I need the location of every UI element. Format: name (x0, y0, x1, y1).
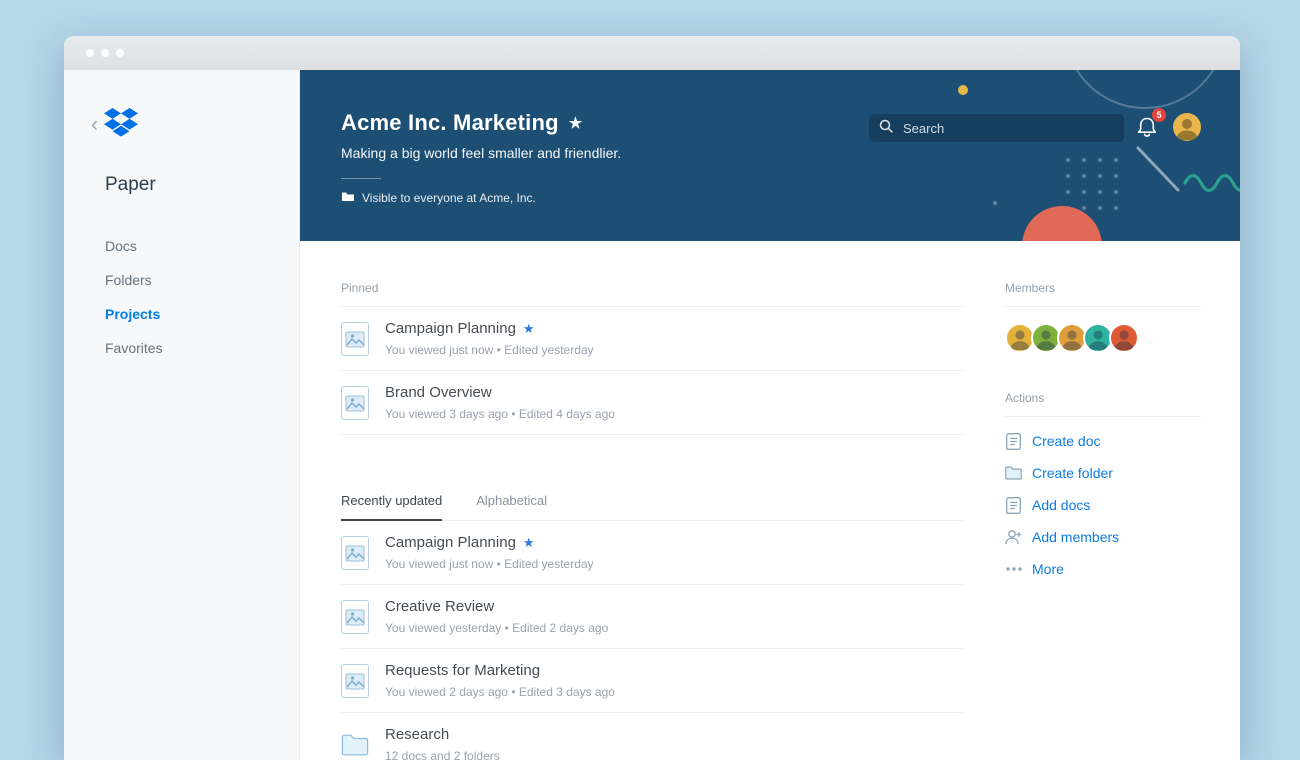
tab-alphabetical[interactable]: Alphabetical (476, 493, 547, 520)
notifications-bell-icon[interactable]: 5 (1133, 108, 1166, 141)
doc-title: Brand Overview (385, 384, 492, 401)
doc-icon (341, 535, 369, 570)
ellipsis-icon (1005, 561, 1022, 578)
create-folder-button[interactable]: Create folder (1005, 465, 1201, 481)
pinned-section-label: Pinned (341, 281, 963, 307)
action-label: Create folder (1032, 465, 1113, 481)
search-icon (879, 119, 893, 138)
visibility-text: Visible to everyone at Acme, Inc. (362, 190, 536, 205)
window-control-dot[interactable] (116, 49, 124, 57)
more-button[interactable]: More (1005, 561, 1201, 577)
folder-icon (341, 728, 369, 760)
doc-meta: You viewed yesterday • Edited 2 days ago (385, 621, 609, 635)
action-label: Create doc (1032, 433, 1101, 449)
tab-recently-updated[interactable]: Recently updated (341, 493, 443, 521)
doc-icon (341, 385, 369, 420)
doc-meta: You viewed just now • Edited yesterday (385, 557, 594, 571)
visibility-row: Visible to everyone at Acme, Inc. (341, 190, 621, 205)
doc-title: Campaign Planning (385, 320, 516, 337)
doc-meta: You viewed 2 days ago • Edited 3 days ag… (385, 685, 615, 699)
actions-section-label: Actions (1005, 391, 1201, 417)
list-item[interactable]: Campaign Planning ★ You viewed just now •… (341, 521, 963, 585)
window-control-dot[interactable] (86, 49, 94, 57)
doc-icon (341, 663, 369, 698)
project-header: Acme Inc. Marketing ★ Making a big world … (300, 70, 1240, 241)
action-label: More (1032, 561, 1064, 577)
document-list-column: Pinned Campaign Planning ★ You viewed ju… (341, 241, 963, 760)
sidebar-item-projects[interactable]: Projects (105, 306, 163, 322)
members-avatars (1005, 323, 1201, 353)
sidebar-nav: Docs Folders Projects Favorites (105, 238, 163, 374)
right-rail: Members Actions Create doc Create folder… (1005, 241, 1201, 760)
doc-icon (341, 321, 369, 356)
sidebar: ‹ Paper Docs Folders Projects Favorites (64, 70, 300, 760)
members-section-label: Members (1005, 281, 1201, 307)
back-chevron-icon[interactable]: ‹ (91, 114, 98, 135)
doc-meta: You viewed just now • Edited yesterday (385, 343, 594, 357)
decor-diagonal-line (1136, 146, 1180, 192)
search-input[interactable] (901, 119, 1114, 137)
folder-title: Research (385, 726, 450, 743)
decor-wave (1183, 174, 1240, 192)
app-window: ‹ Paper Docs Folders Projects Favorites (64, 36, 1240, 760)
star-icon: ★ (522, 321, 535, 336)
decor-yellow-dot (958, 85, 968, 95)
page-title: Acme Inc. Marketing ★ (341, 110, 621, 136)
add-members-button[interactable]: Add members (1005, 529, 1201, 545)
header-divider (341, 178, 381, 179)
doc-icon (1005, 432, 1022, 450)
decor-arc (1075, 70, 1215, 109)
search-box (869, 114, 1124, 142)
sidebar-item-favorites[interactable]: Favorites (105, 340, 163, 356)
folder-icon (341, 190, 355, 205)
doc-icon (341, 599, 369, 634)
action-label: Add docs (1032, 497, 1091, 513)
notification-badge: 5 (1152, 108, 1166, 122)
doc-icon (1005, 496, 1022, 514)
create-doc-button[interactable]: Create doc (1005, 432, 1201, 450)
list-item[interactable]: Campaign Planning ★ You viewed just now •… (341, 307, 963, 371)
add-docs-button[interactable]: Add docs (1005, 496, 1201, 514)
project-name: Acme Inc. Marketing (341, 110, 559, 135)
sidebar-item-docs[interactable]: Docs (105, 238, 163, 254)
star-icon: ★ (522, 535, 535, 550)
app-title: Paper (105, 174, 156, 195)
window-control-dot[interactable] (101, 49, 109, 57)
user-avatar[interactable] (1173, 113, 1201, 141)
list-item[interactable]: Research 12 docs and 2 folders (341, 713, 963, 760)
doc-title: Campaign Planning (385, 534, 516, 551)
decor-dots-grid (993, 158, 1118, 210)
list-item[interactable]: Requests for Marketing You viewed 2 days… (341, 649, 963, 713)
doc-title: Requests for Marketing (385, 662, 541, 679)
sidebar-item-folders[interactable]: Folders (105, 272, 163, 288)
list-item[interactable]: Creative Review You viewed yesterday • E… (341, 585, 963, 649)
sort-tabs: Recently updated Alphabetical (341, 493, 963, 521)
member-avatar[interactable] (1109, 323, 1139, 353)
folder-icon (1005, 465, 1022, 482)
project-subtitle: Making a big world feel smaller and frie… (341, 145, 622, 161)
doc-meta: You viewed 3 days ago • Edited 4 days ag… (385, 407, 615, 421)
action-label: Add members (1032, 529, 1120, 545)
doc-title: Creative Review (385, 598, 495, 615)
window-titlebar (64, 36, 1240, 70)
folder-meta: 12 docs and 2 folders (385, 749, 500, 760)
decor-red-circle (1022, 206, 1102, 241)
favorite-star-icon[interactable]: ★ (569, 115, 583, 132)
list-item[interactable]: Brand Overview You viewed 3 days ago • E… (341, 371, 963, 435)
dropbox-logo-icon (104, 108, 138, 143)
person-add-icon (1005, 529, 1022, 546)
